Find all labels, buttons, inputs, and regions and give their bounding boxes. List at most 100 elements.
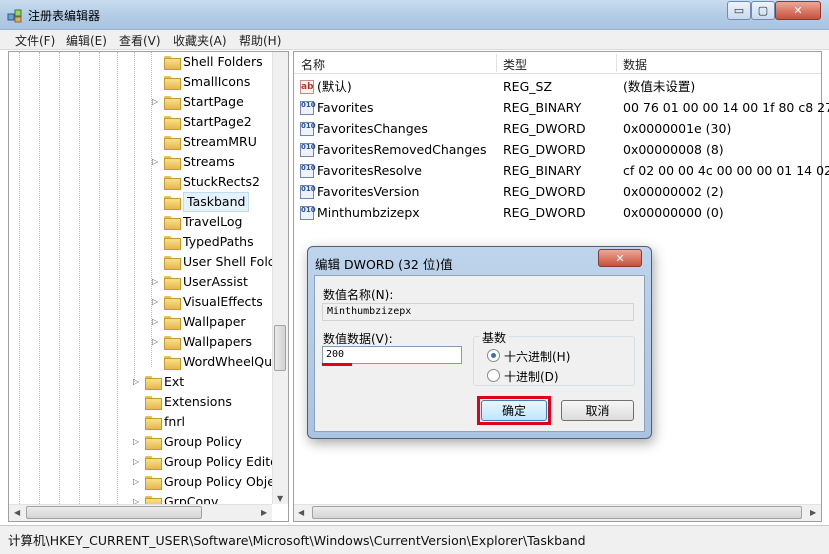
scroll-left-arrow-icon[interactable]: ◀	[14, 508, 20, 517]
list-scroll-left-arrow-icon[interactable]: ◀	[298, 508, 304, 517]
tree-item[interactable]: StuckRects2	[0, 172, 272, 192]
tree-item[interactable]: WordWheelQu	[0, 352, 272, 372]
menu-file[interactable]: 文件(F)	[15, 32, 55, 49]
radio-decimal[interactable]	[487, 369, 500, 382]
value-name: FavoritesResolve	[317, 163, 422, 178]
folder-icon	[164, 136, 181, 150]
list-horizontal-scroll-thumb[interactable]	[312, 506, 802, 519]
close-icon: ✕	[615, 251, 625, 265]
value-data-input[interactable]: 200	[322, 346, 462, 364]
folder-icon	[164, 336, 181, 350]
radio-decimal-label[interactable]: 十进制(D)	[504, 368, 559, 385]
value-type: REG_DWORD	[503, 121, 586, 136]
value-row[interactable]: 010 FavoritesVersion REG_DWORD 0x00000002 (…	[294, 181, 821, 202]
tree-item-label: Group Policy Edito	[164, 454, 278, 469]
expand-arrow-icon[interactable]: ▷	[152, 292, 162, 312]
scroll-right-arrow-icon[interactable]: ▶	[261, 508, 267, 517]
tree-item[interactable]: ▷ Streams	[0, 152, 272, 172]
menu-edit[interactable]: 编辑(E)	[66, 32, 107, 49]
expand-arrow-icon[interactable]: ▷	[152, 272, 162, 292]
close-button[interactable]: ✕	[775, 1, 821, 20]
menu-bar: 文件(F) 编辑(E) 查看(V) 收藏夹(A) 帮助(H)	[0, 30, 829, 50]
value-type: REG_DWORD	[503, 205, 586, 220]
tree-item[interactable]: ▷ Group Policy Edito	[0, 452, 278, 472]
column-type[interactable]: 类型	[503, 56, 527, 73]
tree-item[interactable]: ▷ Group Policy	[0, 432, 272, 452]
registry-path: 计算机\HKEY_CURRENT_USER\Software\Microsoft…	[8, 533, 586, 548]
tree-item[interactable]: Taskband	[0, 192, 272, 212]
value-name-label: 数值名称(N):	[323, 288, 394, 302]
value-row[interactable]: 010 FavoritesResolve REG_BINARY cf 02 00 00…	[294, 160, 829, 181]
tree-item[interactable]: ▷ Group Policy Obje	[0, 472, 275, 492]
tree-item[interactable]: Extensions	[0, 392, 272, 412]
value-row[interactable]: 010 FavoritesRemovedChanges REG_DWORD 0x000…	[294, 139, 821, 160]
tree-item-label: VisualEffects	[183, 294, 263, 309]
tree-item[interactable]: Shell Folders	[0, 52, 272, 72]
expand-arrow-icon[interactable]: ▷	[152, 152, 162, 172]
expand-arrow-icon[interactable]: ▷	[152, 92, 162, 112]
tree-item[interactable]: fnrl	[0, 412, 272, 432]
base-label: 基数	[479, 329, 510, 346]
tree-item[interactable]: ▷ Ext	[0, 372, 272, 392]
tree-vertical-scroll-thumb[interactable]	[274, 325, 286, 371]
folder-icon	[164, 316, 181, 330]
value-data: (数值未设置)	[623, 79, 696, 94]
minimize-button[interactable]: ▭	[727, 1, 751, 20]
folder-icon	[164, 96, 181, 110]
radio-hexadecimal[interactable]	[487, 349, 500, 362]
tree-item[interactable]: ▷ VisualEffects	[0, 292, 272, 312]
dialog-close-button[interactable]: ✕	[598, 249, 642, 267]
tree-vertical-scrollbar[interactable]	[272, 52, 288, 504]
binary-value-icon: 010	[300, 206, 316, 220]
value-name: Favorites	[317, 100, 374, 115]
value-type: REG_BINARY	[503, 163, 582, 178]
scroll-down-arrow-icon[interactable]: ▼	[277, 494, 283, 503]
folder-icon	[164, 236, 181, 250]
value-row[interactable]: 010 FavoritesChanges REG_DWORD 0x0000001e (…	[294, 118, 821, 139]
tree-item[interactable]: ▷ UserAssist	[0, 272, 272, 292]
tree-item[interactable]: SmallIcons	[0, 72, 272, 92]
menu-help[interactable]: 帮助(H)	[239, 32, 281, 49]
value-data: 0x0000001e (30)	[623, 121, 732, 136]
value-data: 0x00000008 (8)	[623, 142, 724, 157]
menu-view[interactable]: 查看(V)	[119, 32, 161, 49]
tree-item[interactable]: TypedPaths	[0, 232, 272, 252]
tree-item[interactable]: User Shell Folc	[0, 252, 275, 272]
column-data[interactable]: 数据	[623, 56, 647, 73]
tree-item[interactable]: ▷ StartPage	[0, 92, 272, 112]
tree-item[interactable]: TravelLog	[0, 212, 272, 232]
expand-arrow-icon[interactable]: ▷	[133, 432, 143, 452]
column-name[interactable]: 名称	[301, 56, 325, 73]
close-icon: ✕	[793, 4, 803, 17]
expand-arrow-icon[interactable]: ▷	[152, 312, 162, 332]
folder-icon	[164, 296, 181, 310]
value-row[interactable]: 010 Minthumbzizepx REG_DWORD 0x00000000 (0)	[294, 202, 821, 223]
value-type: REG_DWORD	[503, 142, 586, 157]
tree-item[interactable]: StreamMRU	[0, 132, 272, 152]
value-row[interactable]: 010 Favorites REG_BINARY 00 76 01 00 00 14 …	[294, 97, 829, 118]
cancel-button[interactable]: 取消	[561, 400, 634, 421]
tree-item-label: Taskband	[183, 192, 250, 212]
expand-arrow-icon[interactable]: ▷	[152, 332, 162, 352]
expand-arrow-icon[interactable]: ▷	[133, 372, 143, 392]
expand-arrow-icon[interactable]: ▷	[133, 452, 143, 472]
maximize-button[interactable]: ▢	[751, 1, 775, 20]
folder-icon	[164, 56, 181, 70]
binary-value-icon: 010	[300, 122, 316, 136]
folder-icon	[164, 156, 181, 170]
tree-horizontal-scroll-thumb[interactable]	[26, 506, 202, 519]
status-bar: 计算机\HKEY_CURRENT_USER\Software\Microsoft…	[0, 525, 829, 554]
dialog-title: 编辑 DWORD (32 位)值	[315, 257, 453, 272]
tree-item[interactable]: ▷ Wallpapers	[0, 332, 272, 352]
radio-hexadecimal-label[interactable]: 十六进制(H)	[504, 348, 570, 365]
list-scroll-right-arrow-icon[interactable]: ▶	[810, 508, 816, 517]
expand-arrow-icon[interactable]: ▷	[133, 472, 143, 492]
tree-item-label: StuckRects2	[183, 174, 260, 189]
value-row[interactable]: ab (默认) REG_SZ (数值未设置)	[294, 76, 821, 97]
ok-button-highlight	[477, 396, 551, 425]
value-data-label: 数值数据(V):	[323, 332, 393, 346]
folder-icon	[164, 256, 181, 270]
tree-item[interactable]: StartPage2	[0, 112, 272, 132]
menu-favorites[interactable]: 收藏夹(A)	[173, 32, 227, 49]
tree-item[interactable]: ▷ Wallpaper	[0, 312, 272, 332]
